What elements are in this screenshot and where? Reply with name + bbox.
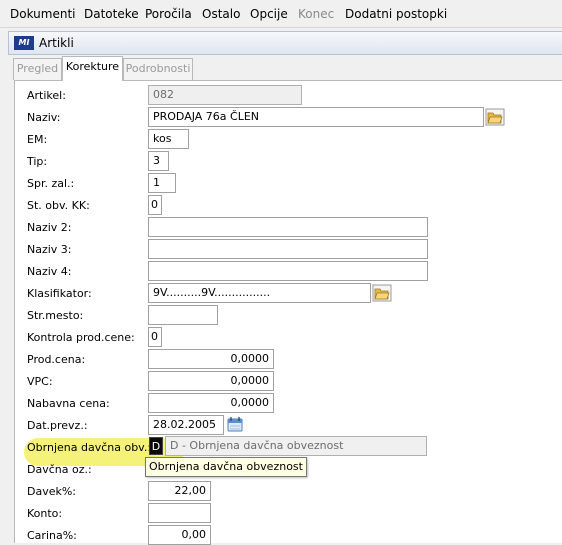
- tab-pregled[interactable]: Pregled: [13, 58, 62, 80]
- tip-field[interactable]: 3: [148, 151, 169, 171]
- label-str-mesto: Str.mesto:: [27, 309, 84, 322]
- menu-konec[interactable]: Konec: [298, 7, 334, 21]
- menu-datoteke[interactable]: Datoteke: [84, 7, 139, 21]
- label-nabavna: Nabavna cena:: [27, 397, 110, 410]
- label-klasifikator: Klasifikator:: [27, 287, 92, 300]
- app-logo-icon: MI: [14, 36, 34, 50]
- tab-pregled-label: Pregled: [16, 62, 59, 75]
- label-tip: Tip:: [27, 155, 48, 168]
- menu-opcije[interactable]: Opcije: [250, 7, 288, 21]
- tooltip: Obrnjena davčna obveznost: [145, 457, 307, 477]
- str-mesto-field[interactable]: [148, 305, 218, 325]
- label-davcna-oz: Davčna oz.:: [27, 463, 92, 476]
- klasifikator-folder-icon[interactable]: [372, 284, 392, 302]
- dat-prevz-field[interactable]: 28.02.2005: [148, 415, 224, 435]
- naziv-folder-icon[interactable]: [485, 108, 505, 126]
- klasifikator-field[interactable]: 9V..........9V................: [148, 283, 371, 303]
- vpc-field[interactable]: 0,0000: [148, 371, 274, 391]
- carina-field[interactable]: 0,00: [148, 525, 211, 545]
- menu-ostalo[interactable]: Ostalo: [202, 7, 240, 21]
- menu-bar: Dokumenti Datoteke Poročila Ostalo Opcij…: [0, 0, 562, 28]
- menu-dokumenti[interactable]: Dokumenti: [10, 7, 75, 21]
- davek-field[interactable]: 22,00: [148, 481, 211, 501]
- label-naziv2: Naziv 2:: [27, 221, 72, 234]
- label-em: EM:: [27, 133, 48, 146]
- menu-porocila[interactable]: Poročila: [145, 7, 192, 21]
- label-vpc: VPC:: [27, 375, 53, 388]
- label-st-obv-kk: St. obv. KK:: [27, 199, 90, 212]
- tab-podrobnosti-label: Podrobnosti: [125, 62, 191, 75]
- artikel-field[interactable]: 082: [148, 85, 302, 105]
- obrnjena-description: D - Obrnjena davčna obveznost: [165, 436, 427, 456]
- window-titlebar: MI Artikli: [8, 31, 562, 55]
- spr-zal-field[interactable]: 1: [148, 173, 176, 193]
- tab-bar: Pregled Korekture Podrobnosti: [8, 56, 562, 81]
- prod-cena-field[interactable]: 0,0000: [148, 349, 274, 369]
- label-artikel: Artikel:: [27, 89, 66, 102]
- label-prod-cena: Prod.cena:: [27, 353, 86, 366]
- window-title: Artikli: [39, 36, 74, 50]
- tab-podrobnosti[interactable]: Podrobnosti: [123, 58, 193, 80]
- st-obv-kk-field[interactable]: 0: [148, 195, 162, 215]
- label-konto: Konto:: [27, 507, 63, 520]
- naziv2-field[interactable]: [148, 217, 428, 237]
- label-naziv3: Naziv 3:: [27, 243, 72, 256]
- em-field[interactable]: kos: [148, 129, 189, 149]
- label-carina: Carina%:: [27, 529, 77, 542]
- label-naziv4: Naziv 4:: [27, 265, 72, 278]
- label-spr-zal: Spr. zal.:: [27, 177, 75, 190]
- naziv3-field[interactable]: [148, 239, 428, 259]
- tab-korekture-label: Korekture: [65, 60, 120, 73]
- tab-korekture[interactable]: Korekture: [62, 56, 123, 81]
- obrnjena-code-field[interactable]: D: [149, 437, 163, 455]
- calendar-icon[interactable]: [227, 416, 243, 432]
- naziv-field[interactable]: PRODAJA 76a ČLEN: [148, 107, 484, 127]
- naziv4-field[interactable]: [148, 261, 428, 281]
- kontrola-field[interactable]: 0: [148, 327, 162, 347]
- menu-dodatni-postopki[interactable]: Dodatni postopki: [345, 7, 447, 21]
- konto-field[interactable]: [148, 503, 211, 523]
- nabavna-field[interactable]: 0,0000: [148, 393, 274, 413]
- label-obrnjena: Obrnjena davčna obv.:: [27, 441, 152, 454]
- label-naziv: Naziv:: [27, 111, 61, 124]
- label-dat-prevz: Dat.prevz.:: [27, 419, 88, 432]
- label-kontrola: Kontrola prod.cene:: [27, 331, 135, 344]
- label-davek: Davek%:: [27, 485, 77, 498]
